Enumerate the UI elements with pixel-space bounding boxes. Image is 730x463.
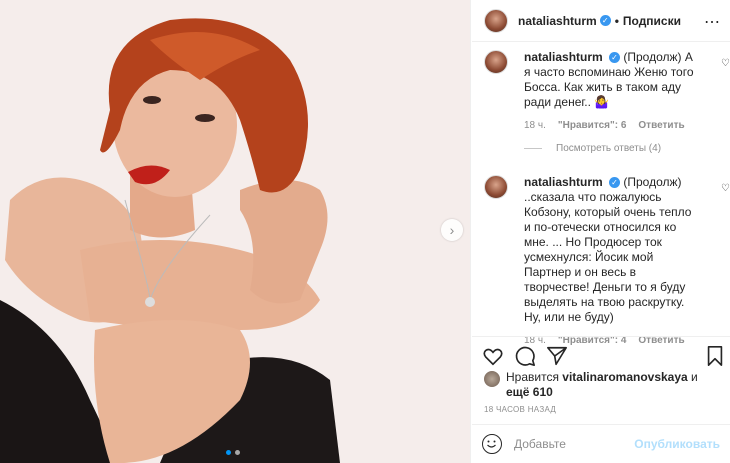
comment: nataliashturm ✓ (Продолж) А я часто вспо… <box>484 50 730 131</box>
verified-badge-icon: ✓ <box>609 177 621 189</box>
likes-count[interactable]: ещё 610 <box>506 385 553 399</box>
likes-suffix: и <box>691 370 698 384</box>
next-photo-button[interactable]: › <box>441 219 463 241</box>
comment-body: nataliashturm ✓ (Продолж) ..сказала что … <box>524 175 699 325</box>
comment-emoji: 🤷‍♀️ <box>594 95 610 109</box>
post-photo[interactable]: › <box>0 0 471 463</box>
avatar[interactable] <box>484 8 508 33</box>
verified-badge-icon: ✓ <box>609 52 621 64</box>
comment-input[interactable]: Добавьте <box>514 437 634 451</box>
avatar[interactable] <box>484 175 508 199</box>
bookmark-icon[interactable] <box>704 345 726 367</box>
chevron-right-icon: › <box>449 222 455 238</box>
header-separator: • <box>614 13 619 28</box>
liker-username[interactable]: vitalinaromanovskaya <box>562 370 687 384</box>
comment-time[interactable]: 18 ч. <box>524 120 546 131</box>
likes-summary: Нравится vitalinaromanovskaya и ещё 610 <box>484 370 698 400</box>
comment-meta: 18 ч. "Нравится": 6 Ответить <box>524 120 724 131</box>
like-heart-icon[interactable] <box>482 345 504 367</box>
post-username[interactable]: nataliashturm <box>518 14 597 28</box>
share-icon[interactable] <box>546 345 568 367</box>
ellipsis-icon[interactable]: ⋯ <box>704 12 720 32</box>
carousel-dots <box>226 450 240 455</box>
post-side-panel: nataliashturm ✓ • Подписки ⋯ nataliashtu… <box>472 0 730 463</box>
comment-likes[interactable]: "Нравится": 6 <box>558 120 627 131</box>
emoji-icon[interactable] <box>482 434 502 454</box>
reply-button[interactable]: Ответить <box>638 120 684 131</box>
replies-divider <box>524 148 542 149</box>
verified-badge-icon: ✓ <box>599 15 611 26</box>
avatar[interactable] <box>484 50 508 74</box>
carousel-dot-active <box>226 450 231 455</box>
comment-body: nataliashturm ✓ (Продолж) А я часто вспо… <box>524 50 699 110</box>
add-comment-bar: Добавьте Опубликовать <box>472 424 730 463</box>
following-button[interactable]: Подписки <box>623 14 681 28</box>
view-replies-button[interactable]: Посмотреть ответы (4) <box>524 143 661 154</box>
likes-prefix: Нравится <box>506 370 559 384</box>
post-timestamp[interactable]: 18 ЧАСОВ НАЗАД <box>484 405 556 414</box>
heart-icon[interactable]: ♡ <box>721 58 730 69</box>
publish-button[interactable]: Опубликовать <box>634 437 720 451</box>
comment-username[interactable]: nataliashturm <box>524 175 603 189</box>
comment-prefix: (Продолж) <box>623 175 682 189</box>
heart-icon[interactable]: ♡ <box>721 183 730 194</box>
likes-text: Нравится vitalinaromanovskaya и ещё 610 <box>506 370 698 400</box>
avatar[interactable] <box>484 371 500 387</box>
post-header: nataliashturm ✓ • Подписки ⋯ <box>472 0 730 42</box>
portrait-image <box>0 0 470 463</box>
comment-bubble-icon[interactable] <box>514 345 536 367</box>
comment-username[interactable]: nataliashturm <box>524 50 603 64</box>
comment-prefix: (Продолж) <box>623 50 682 64</box>
comment-text: ..сказала что пожалуюсь Кобзону, который… <box>524 190 692 324</box>
carousel-dot <box>235 450 240 455</box>
view-replies-label: Посмотреть ответы (4) <box>556 143 662 154</box>
comment: nataliashturm ✓ (Продолж) ..сказала что … <box>484 175 730 346</box>
